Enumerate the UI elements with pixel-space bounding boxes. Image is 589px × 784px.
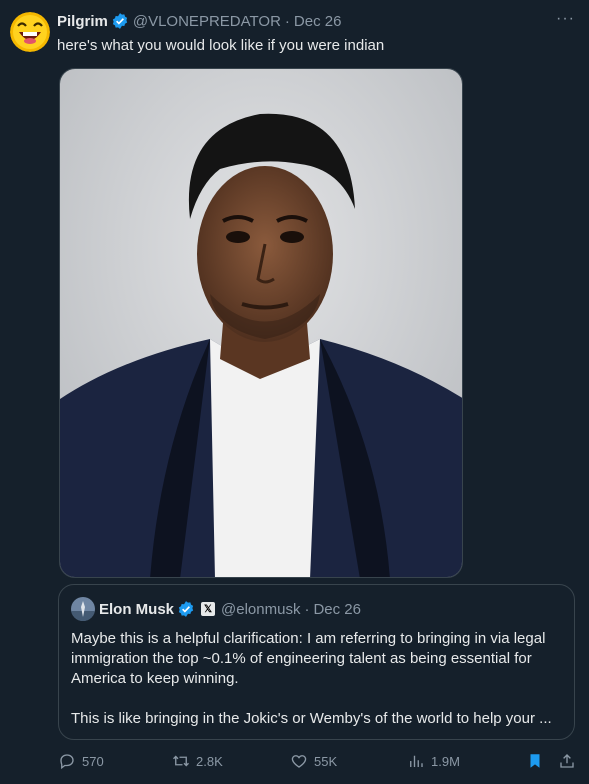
separator-dot: ·: [284, 12, 290, 30]
reply-button[interactable]: 570: [58, 752, 104, 770]
portrait-image: [60, 69, 462, 577]
like-icon: [291, 755, 307, 768]
x-logo-badge-icon: 𝕏: [201, 602, 216, 616]
separator-dot: ·: [304, 600, 310, 618]
tweet-header: Pilgrim @VLONEPREDATOR · Dec 26: [57, 12, 341, 30]
quote-text: Maybe this is a helpful clarification: I…: [71, 629, 566, 729]
repost-button[interactable]: 2.8K: [172, 752, 223, 770]
quote-paragraph-1: Maybe this is a helpful clarification: I…: [71, 630, 546, 687]
quoted-tweet[interactable]: Elon Musk 𝕏 @elonmusk · Dec 26 Maybe thi…: [58, 584, 575, 740]
quote-author-avatar[interactable]: [71, 597, 95, 621]
quote-date[interactable]: Dec 26: [313, 601, 361, 618]
author-avatar[interactable]: [10, 12, 50, 52]
quote-header: Elon Musk 𝕏 @elonmusk · Dec 26: [71, 597, 361, 621]
views-count: 1.9M: [431, 753, 460, 769]
bookmark-icon: [530, 754, 540, 768]
repost-count: 2.8K: [196, 753, 223, 769]
share-button[interactable]: [558, 752, 582, 770]
author-handle[interactable]: @VLONEPREDATOR: [133, 13, 281, 30]
verified-badge-icon: [178, 601, 194, 617]
reply-icon: [60, 754, 74, 770]
quote-avatar-image: [71, 597, 95, 621]
laughing-emoji-avatar-icon: [10, 12, 50, 52]
views-icon: [410, 755, 423, 767]
tweet-actions: 570 2.8K 55K 1.9M: [58, 752, 578, 776]
quote-paragraph-2: This is like bringing in the Jokic's or …: [71, 710, 552, 727]
verified-badge-icon: [112, 13, 127, 29]
quote-author-name[interactable]: Elon Musk: [99, 601, 174, 618]
more-icon[interactable]: ···: [556, 10, 575, 28]
like-button[interactable]: 55K: [290, 752, 337, 770]
tweet-date[interactable]: Dec 26: [294, 13, 342, 30]
tweet: Pilgrim @VLONEPREDATOR · Dec 26 ··· here…: [0, 0, 589, 784]
tweet-image[interactable]: [59, 68, 463, 578]
reply-count: 570: [82, 753, 104, 769]
quote-author-handle[interactable]: @elonmusk: [221, 601, 300, 618]
repost-icon: [173, 755, 189, 767]
like-count: 55K: [314, 753, 338, 769]
author-name[interactable]: Pilgrim: [57, 13, 108, 30]
bookmark-button[interactable]: [526, 752, 550, 770]
share-icon: [560, 754, 574, 768]
views-button[interactable]: 1.9M: [407, 752, 460, 770]
tweet-text: here's what you would look like if you w…: [57, 37, 385, 54]
